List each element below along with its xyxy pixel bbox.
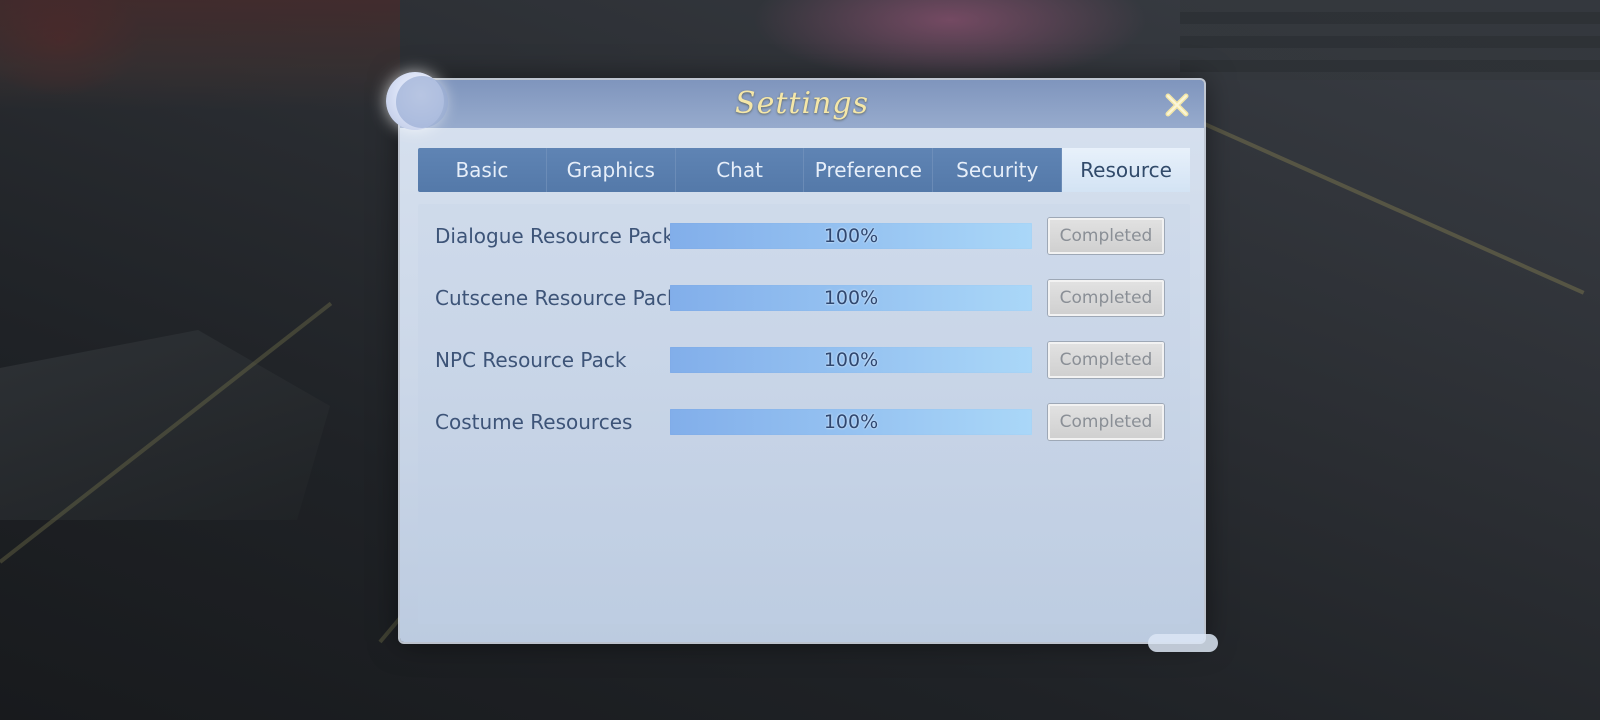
resource-label: Cutscene Resource Pack [435, 286, 679, 310]
settings-dialog: Settings Basic Graphics Chat Preference … [386, 72, 1218, 652]
completed-button[interactable]: Completed [1048, 218, 1164, 254]
resource-label: Costume Resources [435, 410, 633, 434]
resource-label: NPC Resource Pack [435, 348, 627, 372]
tab-basic[interactable]: Basic [418, 148, 547, 192]
background-wall [0, 0, 400, 110]
tab-graphics[interactable]: Graphics [547, 148, 676, 192]
completed-button[interactable]: Completed [1048, 280, 1164, 316]
title-bar: Settings [400, 80, 1204, 128]
tab-resource[interactable]: Resource [1062, 148, 1190, 192]
completed-button[interactable]: Completed [1048, 404, 1164, 440]
background-path-line [0, 301, 333, 564]
tab-chat[interactable]: Chat [676, 148, 805, 192]
dialog-title: Settings [735, 86, 869, 121]
close-button[interactable] [1160, 88, 1194, 122]
completed-button[interactable]: Completed [1048, 342, 1164, 378]
progress-text: 100% [823, 411, 879, 433]
settings-tabs: Basic Graphics Chat Preference Security … [418, 148, 1190, 192]
tab-preference[interactable]: Preference [804, 148, 934, 192]
close-icon [1165, 93, 1189, 117]
progress-text: 100% [823, 225, 879, 247]
progress-bar: 100% [670, 285, 1032, 311]
moon-icon [386, 72, 448, 130]
progress-bar: 100% [670, 223, 1032, 249]
progress-text: 100% [823, 287, 879, 309]
tab-security[interactable]: Security [933, 148, 1063, 192]
cloud-decoration [1148, 634, 1218, 652]
background-roof [0, 330, 330, 520]
background-steps [1180, 0, 1600, 80]
progress-bar: 100% [670, 409, 1032, 435]
progress-text: 100% [823, 349, 879, 371]
resource-label: Dialogue Resource Pack [435, 224, 675, 248]
resource-row: NPC Resource Pack 100% Completed [418, 340, 1190, 380]
resource-row: Costume Resources 100% Completed [418, 402, 1190, 442]
resource-panel: Dialogue Resource Pack 100% Completed Cu… [418, 204, 1190, 624]
resource-row: Dialogue Resource Pack 100% Completed [418, 216, 1190, 256]
resource-row: Cutscene Resource Pack 100% Completed [418, 278, 1190, 318]
background-path-line [1199, 120, 1585, 295]
progress-bar: 100% [670, 347, 1032, 373]
